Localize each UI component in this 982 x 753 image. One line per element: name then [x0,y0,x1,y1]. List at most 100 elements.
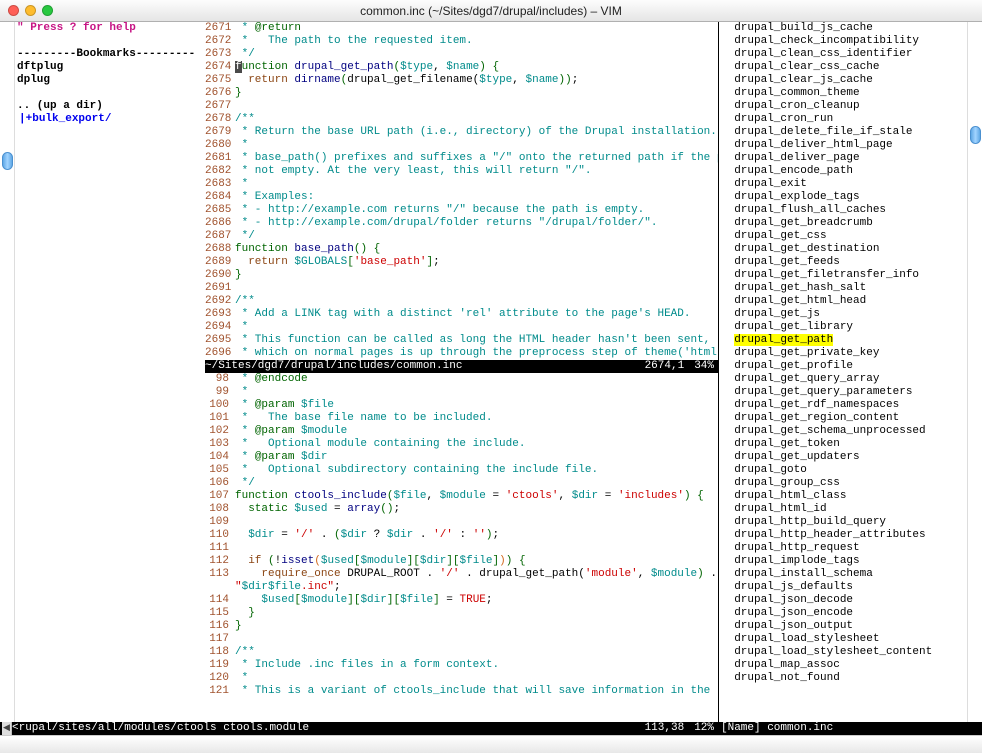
tag-item[interactable]: drupal_map_assoc [719,659,967,672]
code-line[interactable]: 114 $used[$module][$dir][$file] = TRUE; [205,594,718,607]
tag-item[interactable]: drupal_group_css [719,477,967,490]
tag-item[interactable]: drupal_get_profile [719,360,967,373]
tag-item[interactable]: drupal_flush_all_caches [719,204,967,217]
bookmark[interactable]: dftplug [15,61,205,74]
code-line[interactable]: 2695 * This function can be called as lo… [205,334,718,347]
code-line[interactable]: 2694 * [205,321,718,334]
top-editor[interactable]: 2671 * @return2672 * The path to the req… [205,22,718,360]
code-line[interactable]: 99 * [205,386,718,399]
code-line[interactable]: 2683 * [205,178,718,191]
code-line[interactable]: 2685 * - http://example.com returns "/" … [205,204,718,217]
code-line[interactable]: 117 [205,633,718,646]
code-line[interactable]: 2679 * Return the base URL path (i.e., d… [205,126,718,139]
code-line[interactable]: 103 * Optional module containing the inc… [205,438,718,451]
tag-item[interactable]: drupal_build_js_cache [719,22,967,35]
code-line[interactable]: 2686 * - http://example.com/drupal/folde… [205,217,718,230]
tag-item[interactable]: drupal_get_destination [719,243,967,256]
tag-item[interactable]: drupal_not_found [719,672,967,685]
tag-item[interactable]: drupal_exit [719,178,967,191]
tag-item[interactable]: drupal_get_rdf_namespaces [719,399,967,412]
code-line[interactable]: 120 * [205,672,718,685]
code-line[interactable]: "$dir$file.inc"; [205,581,718,594]
code-line[interactable]: 2672 * The path to the requested item. [205,35,718,48]
tag-item[interactable]: drupal_cron_cleanup [719,100,967,113]
code-line[interactable]: 2684 * Examples: [205,191,718,204]
minimize-icon[interactable] [25,5,36,16]
tag-item[interactable]: drupal_cron_run [719,113,967,126]
zoom-icon[interactable] [42,5,53,16]
tag-item[interactable]: drupal_http_build_query [719,516,967,529]
code-line[interactable]: 2688function base_path() { [205,243,718,256]
tag-item[interactable]: drupal_install_schema [719,568,967,581]
command-line[interactable]: ◀ <rupal/sites/all/modules/ctools ctools… [0,722,982,735]
tag-item[interactable]: drupal_get_css [719,230,967,243]
nerdtree-panel[interactable]: " Press ? for help---------Bookmarks----… [15,22,205,722]
code-line[interactable]: 2678/** [205,113,718,126]
tag-item[interactable]: drupal_json_output [719,620,967,633]
tag-item[interactable]: drupal_clean_css_identifier [719,48,967,61]
code-line[interactable]: 2690} [205,269,718,282]
code-line[interactable]: 2673 */ [205,48,718,61]
code-line[interactable]: 105 * Optional subdirectory containing t… [205,464,718,477]
code-line[interactable]: 118/** [205,646,718,659]
left-scrollbar[interactable] [0,22,15,722]
code-line[interactable]: 121 * This is a variant of ctools_includ… [205,685,718,698]
tag-item[interactable]: drupal_encode_path [719,165,967,178]
tag-item[interactable]: drupal_get_hash_salt [719,282,967,295]
scroll-thumb[interactable] [970,126,981,144]
bottom-editor[interactable]: 98 * @endcode99 *100 * @param $file101 *… [205,373,718,698]
tag-item[interactable]: drupal_html_id [719,503,967,516]
tag-item[interactable]: drupal_goto [719,464,967,477]
code-line[interactable]: 107function ctools_include($file, $modul… [205,490,718,503]
code-line[interactable]: 98 * @endcode [205,373,718,386]
code-line[interactable]: 116} [205,620,718,633]
code-line[interactable]: 2691 [205,282,718,295]
bookmark[interactable]: dplug [15,74,205,87]
tag-item[interactable]: drupal_get_library [719,321,967,334]
tag-item[interactable]: drupal_get_filetransfer_info [719,269,967,282]
code-line[interactable]: 2680 * [205,139,718,152]
tag-item[interactable]: drupal_get_query_array [719,373,967,386]
code-line[interactable]: 2696 * which on normal pages is up throu… [205,347,718,360]
code-line[interactable]: 2693 * Add a LINK tag with a distinct 'r… [205,308,718,321]
tag-item[interactable]: drupal_delete_file_if_stale [719,126,967,139]
tag-item[interactable]: drupal_deliver_html_page [719,139,967,152]
code-line[interactable]: 109 [205,516,718,529]
tag-item[interactable]: drupal_common_theme [719,87,967,100]
code-line[interactable]: 2689 return $GLOBALS['base_path']; [205,256,718,269]
code-line[interactable]: 101 * The base file name to be included. [205,412,718,425]
code-line[interactable]: 119 * Include .inc files in a form conte… [205,659,718,672]
code-line[interactable]: 2671 * @return [205,22,718,35]
tag-item[interactable]: drupal_json_decode [719,594,967,607]
tag-item[interactable]: drupal_get_updaters [719,451,967,464]
tag-item[interactable]: drupal_explode_tags [719,191,967,204]
tag-item[interactable]: drupal_json_encode [719,607,967,620]
tag-item[interactable]: drupal_get_region_content [719,412,967,425]
up-dir[interactable]: .. (up a dir) [15,100,205,113]
code-line[interactable]: 111 [205,542,718,555]
tag-item[interactable]: drupal_load_stylesheet [719,633,967,646]
tag-item[interactable]: drupal_get_private_key [719,347,967,360]
tag-item[interactable]: drupal_check_incompatibility [719,35,967,48]
tag-item[interactable]: drupal_clear_js_cache [719,74,967,87]
code-line[interactable]: 113 require_once DRUPAL_ROOT . '/' . dru… [205,568,718,581]
close-icon[interactable] [8,5,19,16]
code-line[interactable]: 2687 */ [205,230,718,243]
code-line[interactable]: 104 * @param $dir [205,451,718,464]
tag-item[interactable]: drupal_get_feeds [719,256,967,269]
code-line[interactable]: 108 static $used = array(); [205,503,718,516]
code-line[interactable]: 106 */ [205,477,718,490]
tag-item[interactable]: drupal_html_class [719,490,967,503]
code-line[interactable]: 2682 * not empty. At the very least, thi… [205,165,718,178]
tag-item[interactable]: drupal_deliver_page [719,152,967,165]
tag-item[interactable]: drupal_get_token [719,438,967,451]
code-line[interactable]: 2675 return dirname(drupal_get_filename(… [205,74,718,87]
tag-item-current[interactable]: drupal_get_path [719,334,967,347]
code-line[interactable]: 2692/** [205,295,718,308]
tag-item[interactable]: drupal_get_breadcrumb [719,217,967,230]
tag-item[interactable]: drupal_implode_tags [719,555,967,568]
taglist-panel[interactable]: drupal_build_js_cache drupal_check_incom… [719,22,967,722]
tag-item[interactable]: drupal_http_header_attributes [719,529,967,542]
right-scrollbar[interactable] [967,22,982,722]
code-line[interactable]: 110 $dir = '/' . ($dir ? $dir . '/' : ''… [205,529,718,542]
